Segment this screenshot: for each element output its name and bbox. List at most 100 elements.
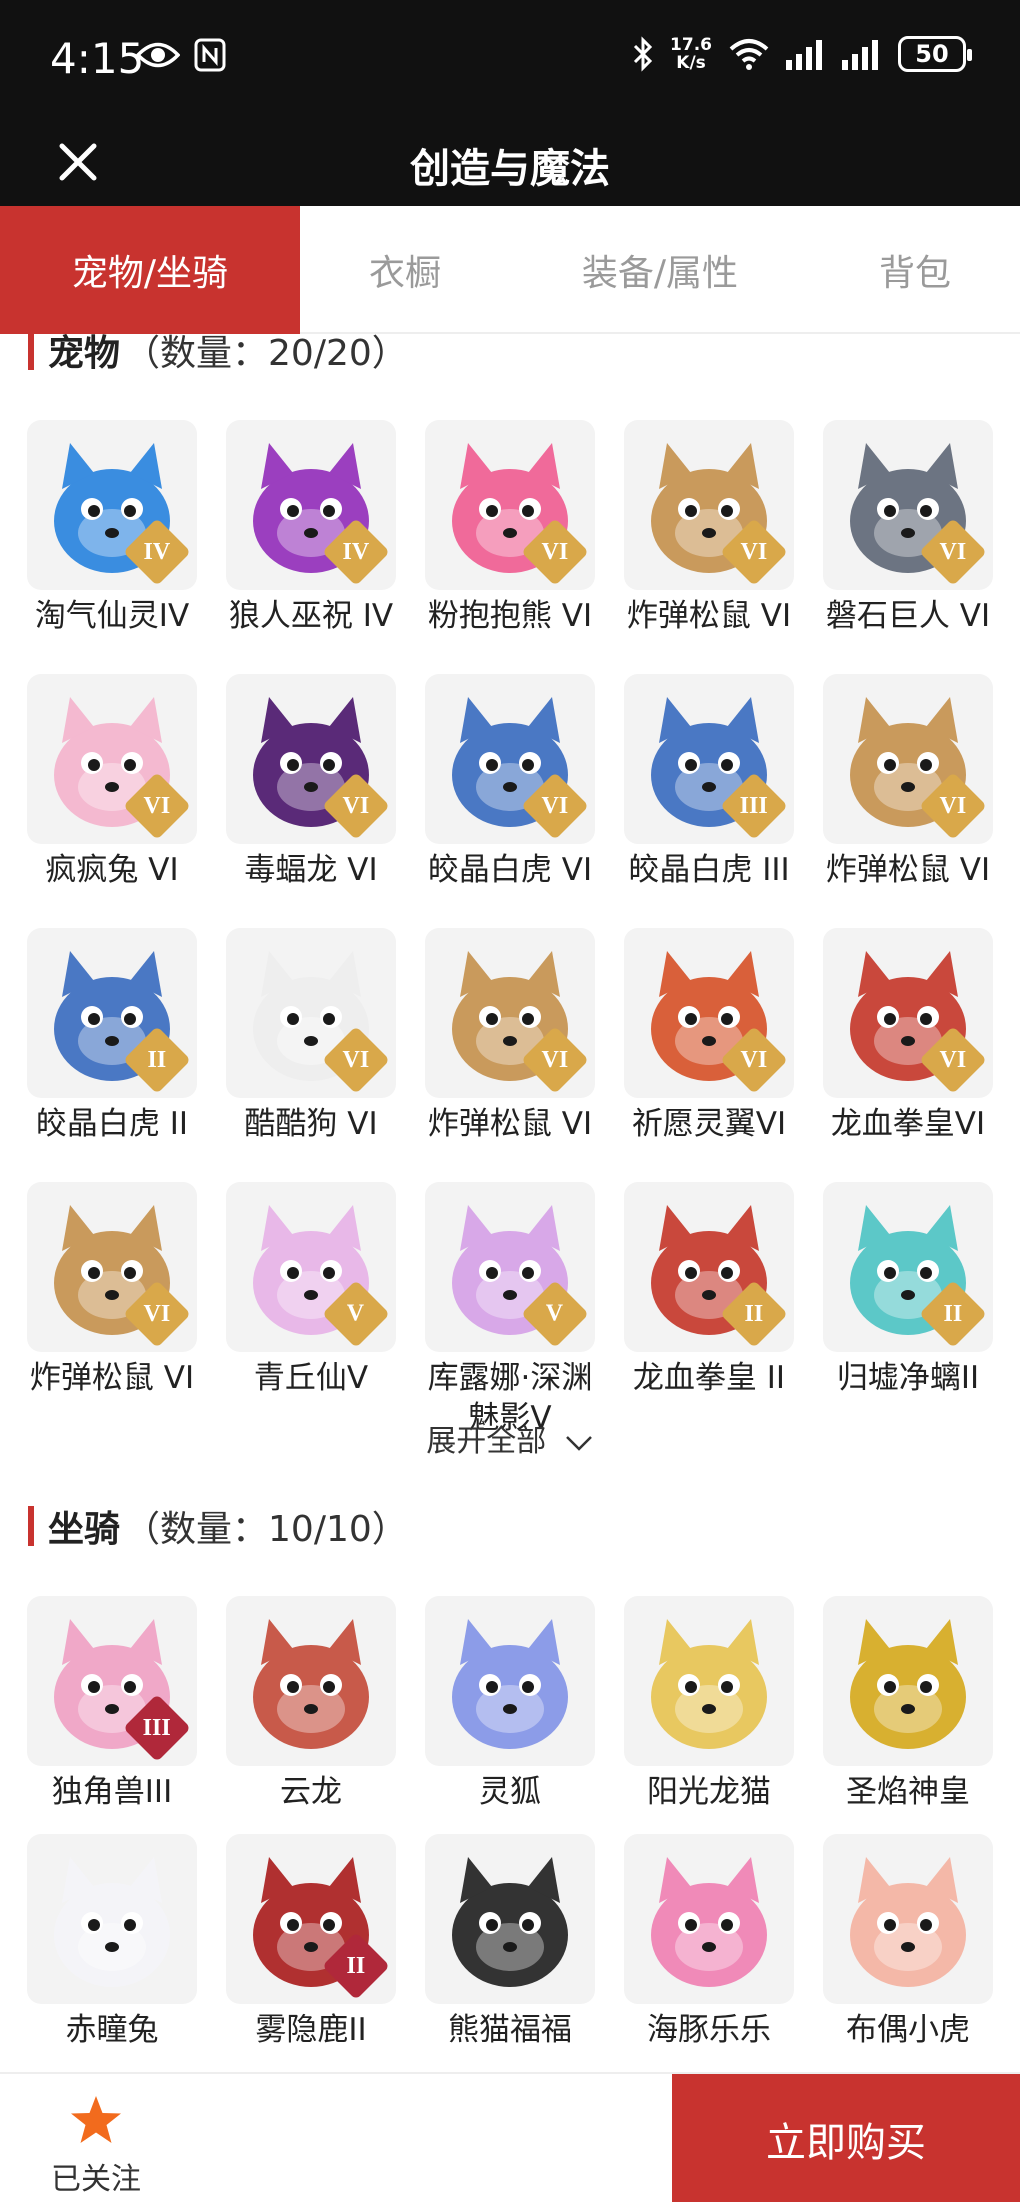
pet-card[interactable]: III 皎晶白虎 III [624, 674, 794, 890]
pet-card[interactable]: VI 炸弹松鼠 VI [624, 420, 794, 636]
eye-icon [136, 42, 180, 68]
tab-equipment-attributes[interactable]: 装备/属性 [510, 206, 810, 334]
buy-now-button[interactable]: 立即购买 [672, 2074, 1020, 2202]
tier-badge-label: II [744, 1300, 764, 1327]
mount-card[interactable]: 云龙 [226, 1596, 396, 1812]
tier-badge-label: VI [342, 1046, 370, 1073]
status-left-icons [136, 38, 226, 72]
item-thumbnail: VI [226, 674, 396, 844]
item-thumbnail: VI [226, 928, 396, 1098]
pet-card[interactable]: VI 粉抱抱熊 VI [425, 420, 595, 636]
item-thumbnail: II [823, 1182, 993, 1352]
status-bar: 4:15 17.6 K/s 50 [0, 0, 1020, 118]
pet-card[interactable]: II 龙血拳皇 II [624, 1182, 794, 1438]
sunny-totoro-icon [651, 1619, 767, 1749]
item-name: 炸弹松鼠 VI [427, 1106, 593, 1142]
item-name: 布偶小虎 [846, 2012, 970, 2048]
pet-card[interactable]: V 库露娜·深渊魅影V [425, 1182, 595, 1438]
tier-badge-label: II [943, 1300, 963, 1327]
mount-card[interactable]: 圣焰神皇 [823, 1596, 993, 1812]
item-name: 龙血拳皇 II [632, 1360, 786, 1396]
item-thumbnail [425, 1834, 595, 2004]
item-thumbnail: VI [624, 928, 794, 1098]
status-right-icons: 17.6 K/s 50 [632, 36, 972, 72]
pet-card[interactable]: VI 炸弹松鼠 VI [425, 928, 595, 1144]
tier-badge-label: VI [541, 538, 569, 565]
item-name: 雾隐鹿II [255, 2012, 367, 2048]
pet-card[interactable]: VI 疯疯兔 VI [27, 674, 197, 890]
wifi-icon [729, 39, 769, 70]
dolphin-icon [651, 1857, 767, 1987]
item-thumbnail: III [27, 1596, 197, 1766]
item-name: 青丘仙V [253, 1360, 369, 1396]
item-thumbnail: VI [624, 420, 794, 590]
signal-icon-1 [786, 40, 822, 70]
pet-card[interactable]: VI 酷酷狗 VI [226, 928, 396, 1144]
pet-card[interactable]: IV 淘气仙灵IV [27, 420, 197, 636]
item-name: 疯疯兔 VI [45, 852, 179, 888]
pet-card[interactable]: VI 祈愿灵翼VI [624, 928, 794, 1144]
item-name: 圣焰神皇 [846, 1774, 970, 1810]
pet-card[interactable]: V 青丘仙V [226, 1182, 396, 1438]
item-thumbnail [226, 1596, 396, 1766]
chevron-down-icon [565, 1435, 592, 1451]
item-name: 皎晶白虎 VI [427, 852, 593, 888]
bluetooth-icon [633, 36, 653, 72]
item-name: 云龙 [280, 1774, 342, 1810]
nfc-icon [194, 38, 226, 72]
item-thumbnail: V [425, 1182, 595, 1352]
pet-card[interactable]: II 皎晶白虎 II [27, 928, 197, 1144]
mount-card[interactable]: II 雾隐鹿II [226, 1834, 396, 2050]
item-name: 海豚乐乐 [647, 2012, 771, 2048]
expand-all-button[interactable]: 展开全部 [0, 1416, 1020, 1460]
page-title: 创造与魔法 [410, 146, 610, 192]
mount-card[interactable]: 布偶小虎 [823, 1834, 993, 2050]
pet-card[interactable]: VI 炸弹松鼠 VI [27, 1182, 197, 1438]
mount-card[interactable]: III 独角兽III [27, 1596, 197, 1812]
pet-card[interactable]: VI 毒蝠龙 VI [226, 674, 396, 890]
item-thumbnail: VI [823, 420, 993, 590]
tier-badge-label: II [147, 1046, 167, 1073]
spirit-fox-icon [452, 1619, 568, 1749]
item-thumbnail: VI [823, 928, 993, 1098]
pet-card[interactable]: VI 皎晶白虎 VI [425, 674, 595, 890]
pets-section-count: （数量：20/20） [124, 334, 408, 374]
tier-badge-label: III [739, 792, 769, 819]
item-thumbnail [823, 1834, 993, 2004]
mount-card[interactable]: 阳光龙猫 [624, 1596, 794, 1812]
item-name: 酷酷狗 VI [244, 1106, 378, 1142]
item-name: 粉抱抱熊 VI [427, 598, 593, 634]
item-thumbnail: II [624, 1182, 794, 1352]
item-name: 灵狐 [479, 1774, 541, 1810]
pet-card[interactable]: VI 磐石巨人 VI [823, 420, 993, 636]
tab-wardrobe[interactable]: 衣橱 [300, 206, 510, 334]
tab-pets-mounts[interactable]: 宠物/坐骑 [0, 206, 300, 334]
item-name: 赤瞳兔 [65, 2012, 159, 2048]
tab-bar: 宠物/坐骑 衣橱 装备/属性 背包 [0, 206, 1020, 334]
follow-button[interactable]: 已关注 [44, 2094, 148, 2198]
mount-card[interactable]: 熊猫福福 [425, 1834, 595, 2050]
item-thumbnail [425, 1596, 595, 1766]
item-name: 炸弹松鼠 VI [825, 852, 991, 888]
mount-card[interactable]: 海豚乐乐 [624, 1834, 794, 2050]
item-name: 炸弹松鼠 VI [626, 598, 792, 634]
item-name: 独角兽III [51, 1774, 173, 1810]
mount-grid: III 独角兽III 云龙 灵狐 阳光龙猫 圣焰神皇赤瞳兔 II 雾隐鹿II 熊猫福福 海豚乐乐 布… [27, 1596, 993, 2050]
pet-card[interactable]: IV 狼人巫祝 IV [226, 420, 396, 636]
item-thumbnail [27, 1834, 197, 2004]
star-icon [71, 2096, 121, 2143]
mount-card[interactable]: 灵狐 [425, 1596, 595, 1812]
pet-card[interactable]: II 归墟净螭II [823, 1182, 993, 1438]
item-thumbnail [624, 1834, 794, 2004]
panda-icon [452, 1857, 568, 1987]
rag-doll-tiger-icon [850, 1857, 966, 1987]
mounts-section-count: （数量：10/10） [124, 1509, 408, 1550]
tab-backpack[interactable]: 背包 [810, 206, 1020, 334]
content-scroll-area[interactable]: 宠物 （数量：20/20） IV 淘气仙灵IV IV 狼人巫祝 IV VI 粉抱抱熊 VI… [0, 334, 1020, 2072]
pet-card[interactable]: VI 龙血拳皇VI [823, 928, 993, 1144]
item-thumbnail: III [624, 674, 794, 844]
item-name: 归墟净螭II [836, 1360, 980, 1396]
red-eye-rabbit-icon [54, 1857, 170, 1987]
pet-card[interactable]: VI 炸弹松鼠 VI [823, 674, 993, 890]
mount-card[interactable]: 赤瞳兔 [27, 1834, 197, 2050]
